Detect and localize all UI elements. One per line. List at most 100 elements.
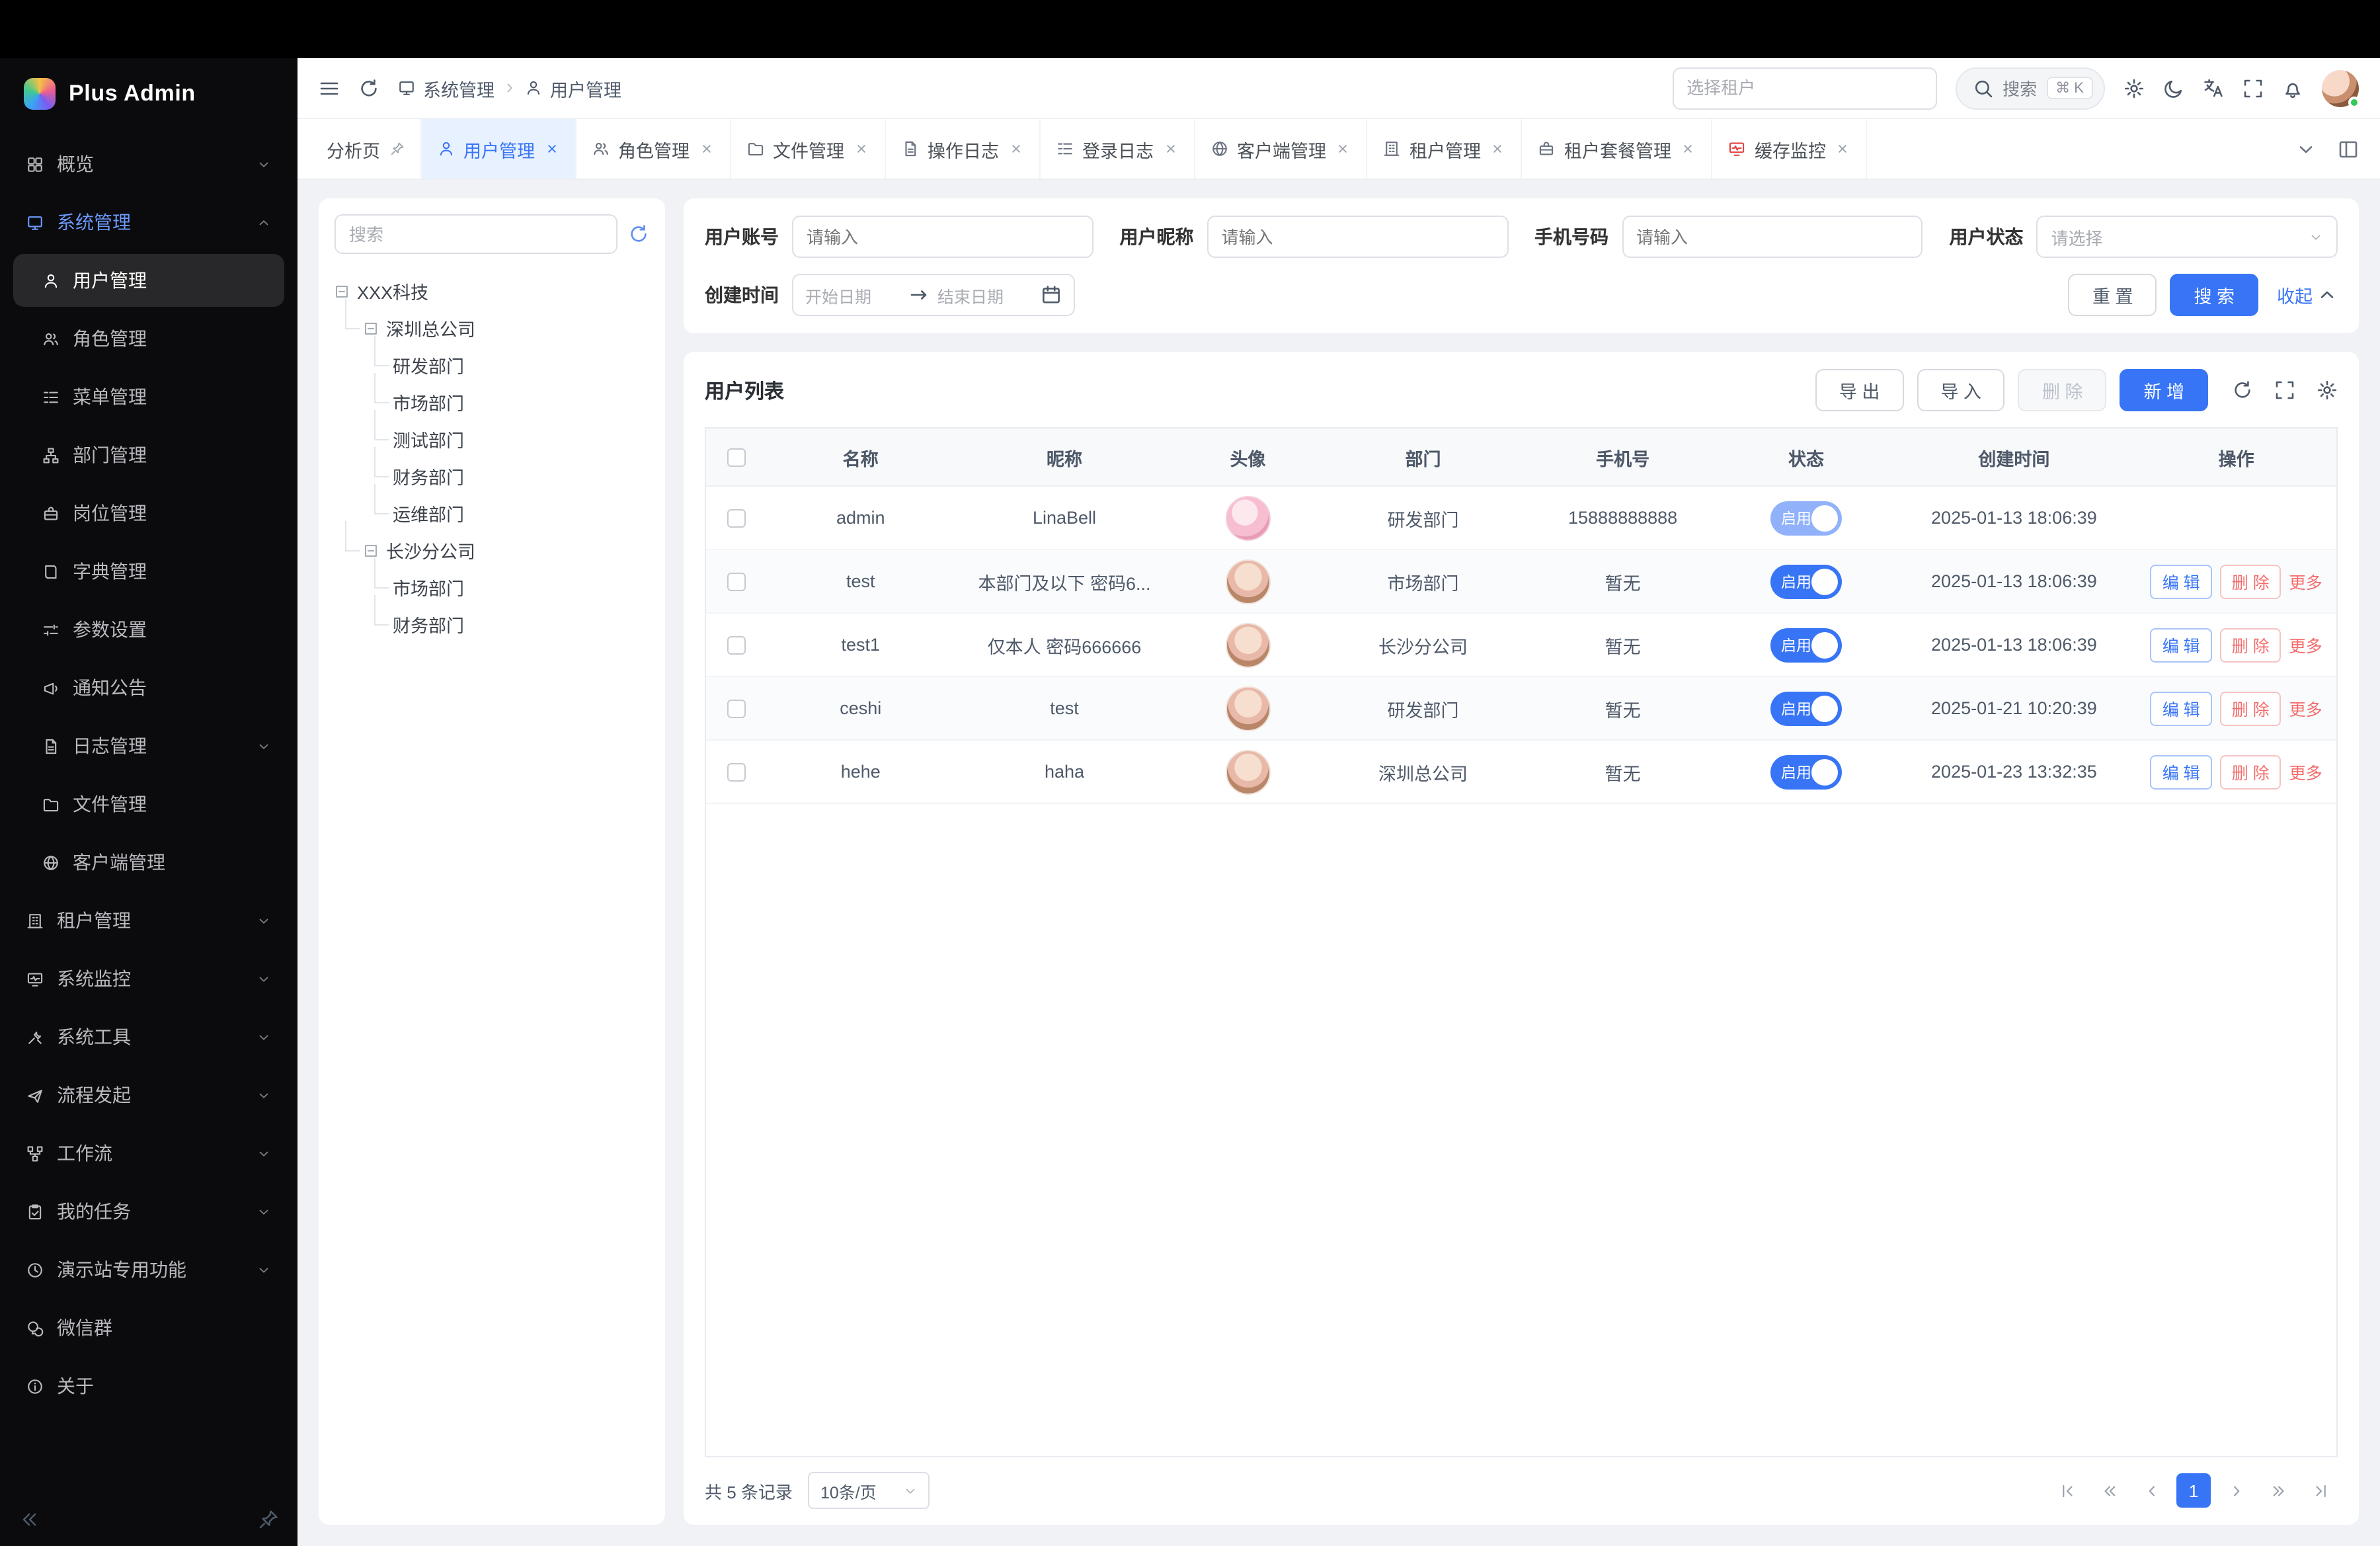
row-checkbox[interactable] — [727, 572, 746, 590]
import-button[interactable]: 导 入 — [1917, 369, 2005, 411]
filter-input[interactable] — [1207, 216, 1509, 258]
pin-icon[interactable] — [389, 142, 404, 156]
sidebar-item-租户管理[interactable]: 租户管理 — [13, 894, 284, 947]
collapse-sidebar-button[interactable] — [19, 1509, 40, 1530]
app-logo[interactable]: Plus Admin — [0, 58, 298, 130]
select-all-checkbox[interactable] — [727, 448, 746, 466]
next-group-button[interactable] — [2261, 1473, 2295, 1508]
sidebar-item-我的任务[interactable]: 我的任务 — [13, 1185, 284, 1238]
tree-expander-icon[interactable] — [335, 284, 349, 298]
status-toggle[interactable]: 启用 — [1770, 628, 1842, 662]
row-avatar-image[interactable] — [1225, 686, 1270, 731]
go-first-button[interactable] — [2049, 1473, 2084, 1508]
bulk-delete-button[interactable]: 删 除 — [2018, 369, 2107, 411]
sidebar-item-部门管理[interactable]: 部门管理 — [13, 428, 284, 481]
tree-expander-icon[interactable] — [364, 543, 378, 557]
row-avatar-image[interactable] — [1225, 495, 1270, 540]
tree-node-运维部门[interactable]: 运维部门 — [335, 495, 649, 532]
row-avatar-image[interactable] — [1225, 559, 1270, 604]
edit-button[interactable]: 编 辑 — [2151, 754, 2212, 789]
sidebar-item-通知公告[interactable]: 通知公告 — [13, 661, 284, 714]
reset-button[interactable]: 重 置 — [2069, 274, 2157, 316]
close-tab-icon[interactable] — [1490, 142, 1505, 156]
tab-客户端管理[interactable]: 客户端管理 — [1195, 119, 1367, 179]
fullscreen-button[interactable] — [2242, 77, 2264, 99]
delete-button[interactable]: 删 除 — [2220, 628, 2281, 662]
delete-button[interactable]: 删 除 — [2220, 754, 2281, 789]
sidebar-item-文件管理[interactable]: 文件管理 — [13, 778, 284, 831]
global-search-button[interactable]: 搜索 ⌘ K — [1955, 67, 2105, 109]
tab-分析页[interactable]: 分析页 — [311, 119, 421, 179]
more-button[interactable]: 更多 — [2289, 569, 2322, 594]
sidebar-item-概览[interactable]: 概览 — [13, 138, 284, 190]
notifications-bell-button[interactable] — [2282, 77, 2303, 99]
status-toggle[interactable]: 启用 — [1770, 691, 1842, 725]
sidebar-item-用户管理[interactable]: 用户管理 — [13, 254, 284, 307]
tab-角色管理[interactable]: 角色管理 — [576, 119, 731, 179]
sidebar-item-岗位管理[interactable]: 岗位管理 — [13, 487, 284, 540]
tree-node-财务部门[interactable]: 财务部门 — [335, 606, 649, 643]
status-toggle[interactable]: 启用 — [1770, 564, 1842, 598]
tree-expander-icon[interactable] — [364, 321, 378, 335]
go-last-button[interactable] — [2303, 1473, 2338, 1508]
filter-text-input[interactable] — [1636, 227, 1909, 247]
filter-input[interactable] — [792, 216, 1093, 258]
add-user-button[interactable]: 新 增 — [2120, 369, 2208, 411]
row-avatar-image[interactable] — [1225, 749, 1270, 794]
sidebar-item-关于[interactable]: 关于 — [13, 1360, 284, 1412]
page-size-select[interactable]: 10条/页 — [809, 1472, 930, 1509]
status-toggle[interactable]: 启用 — [1770, 754, 1842, 789]
sidebar-item-角色管理[interactable]: 角色管理 — [13, 312, 284, 365]
row-checkbox[interactable] — [727, 699, 746, 717]
edit-button[interactable]: 编 辑 — [2151, 691, 2212, 725]
row-avatar-image[interactable] — [1225, 622, 1270, 667]
filter-text-input[interactable] — [1222, 227, 1494, 247]
close-tab-icon[interactable] — [1008, 142, 1023, 156]
filter-select[interactable]: 请选择 — [2037, 216, 2338, 258]
dark-mode-moon-button[interactable] — [2163, 77, 2184, 99]
sidebar-item-流程发起[interactable]: 流程发起 — [13, 1069, 284, 1121]
delete-button[interactable]: 删 除 — [2220, 564, 2281, 598]
tab-操作日志[interactable]: 操作日志 — [885, 119, 1040, 179]
more-button[interactable]: 更多 — [2289, 759, 2322, 784]
current-page-button[interactable]: 1 — [2176, 1473, 2211, 1508]
sidebar-item-工作流[interactable]: 工作流 — [13, 1127, 284, 1180]
sidebar-item-系统管理[interactable]: 系统管理 — [13, 196, 284, 249]
hamburger-menu-button[interactable] — [319, 77, 340, 99]
sidebar-item-日志管理[interactable]: 日志管理 — [13, 719, 284, 772]
next-page-button[interactable] — [2219, 1473, 2253, 1508]
tab-缓存监控[interactable]: 缓存监控 — [1712, 119, 1867, 179]
tab-用户管理[interactable]: 用户管理 — [421, 119, 576, 179]
filter-input[interactable] — [1622, 216, 1923, 258]
search-button[interactable]: 搜 索 — [2170, 274, 2258, 316]
refresh-page-button[interactable] — [358, 77, 379, 99]
tree-refresh-button[interactable] — [628, 224, 649, 245]
sidebar-pin-button[interactable] — [258, 1509, 279, 1530]
sidebar-item-微信群[interactable]: 微信群 — [13, 1301, 284, 1354]
edit-button[interactable]: 编 辑 — [2151, 564, 2212, 598]
more-button[interactable]: 更多 — [2289, 696, 2322, 721]
date-range-picker[interactable]: 开始日期 结束日期 — [792, 274, 1075, 316]
row-checkbox[interactable] — [727, 762, 746, 781]
breadcrumb-item[interactable]: 系统管理 — [398, 75, 495, 101]
sidebar-item-字典管理[interactable]: 字典管理 — [13, 545, 284, 598]
tab-租户管理[interactable]: 租户管理 — [1367, 119, 1522, 179]
row-checkbox[interactable] — [727, 509, 746, 527]
status-toggle[interactable]: 启用 — [1770, 501, 1842, 535]
tab-layout-button[interactable] — [2330, 130, 2367, 167]
sidebar-item-菜单管理[interactable]: 菜单管理 — [13, 370, 284, 423]
tab-list-dropdown-button[interactable] — [2287, 130, 2324, 167]
sidebar-item-参数设置[interactable]: 参数设置 — [13, 603, 284, 656]
collapse-filters-link[interactable]: 收起 — [2277, 282, 2338, 308]
tree-search-input[interactable] — [335, 214, 617, 254]
tab-文件管理[interactable]: 文件管理 — [731, 119, 885, 179]
close-tab-icon[interactable] — [1163, 142, 1177, 156]
tenant-select-input[interactable] — [1672, 67, 1936, 109]
close-tab-icon[interactable] — [699, 142, 713, 156]
prev-group-button[interactable] — [2092, 1473, 2126, 1508]
breadcrumb-item[interactable]: 用户管理 — [525, 75, 621, 101]
row-checkbox[interactable] — [727, 635, 746, 654]
table-settings-button[interactable] — [2317, 380, 2338, 401]
table-refresh-button[interactable] — [2232, 380, 2253, 401]
filter-text-input[interactable] — [807, 227, 1079, 247]
